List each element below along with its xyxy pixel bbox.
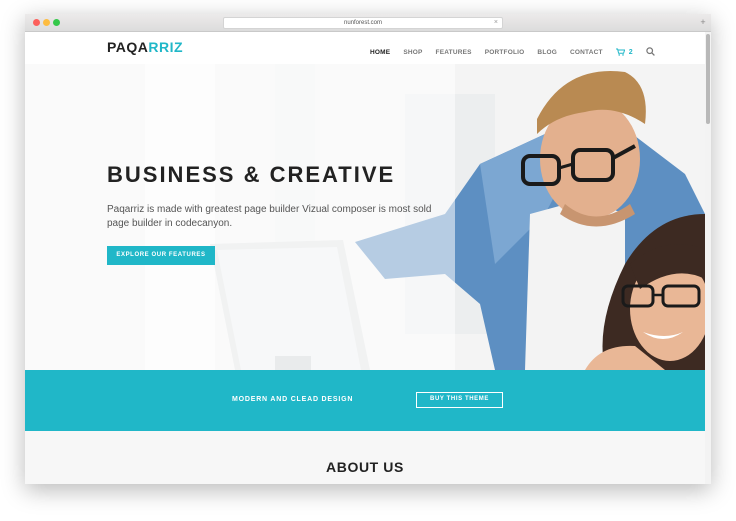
explore-features-button[interactable]: EXPLORE OUR FEATURES [107, 246, 215, 265]
promo-banner: MODERN AND CLEAD DESIGN BUY THIS THEME [25, 370, 705, 431]
browser-chrome: nunforest.com × + [25, 14, 711, 32]
site-logo[interactable]: PAQARRIZ [107, 39, 183, 55]
cart-button[interactable]: 2 [615, 48, 633, 56]
hero-section: BUSINESS & CREATIVE Paqarriz is made wit… [25, 64, 705, 370]
hero-description: Paqarriz is made with greatest page buil… [107, 204, 432, 229]
main-nav: HOME SHOP FEATURES PORTFOLIO BLOG CONTAC… [370, 43, 655, 61]
website-viewport: PAQARRIZ HOME SHOP FEATURES PORTFOLIO BL… [25, 32, 705, 484]
address-url: nunforest.com [343, 20, 383, 26]
browser-window: nunforest.com × + PAQARRIZ HOME SHOP FEA… [25, 14, 711, 484]
logo-accent-text: RRIZ [148, 39, 184, 55]
nav-portfolio[interactable]: PORTFOLIO [485, 49, 525, 56]
logo-main-text: PAQA [107, 39, 149, 55]
cart-count: 2 [628, 48, 633, 56]
site-header: PAQARRIZ HOME SHOP FEATURES PORTFOLIO BL… [25, 32, 705, 64]
clear-address-icon[interactable]: × [494, 18, 498, 28]
about-section: ABOUT US [25, 431, 705, 484]
maximize-window-button[interactable] [53, 19, 60, 26]
new-tab-button[interactable]: + [698, 17, 708, 28]
nav-contact[interactable]: CONTACT [570, 49, 603, 56]
nav-home[interactable]: HOME [370, 49, 390, 56]
nav-blog[interactable]: BLOG [537, 49, 557, 56]
nav-shop[interactable]: SHOP [403, 49, 422, 56]
search-icon[interactable] [645, 43, 655, 61]
nav-features[interactable]: FEATURES [436, 49, 472, 56]
buy-theme-button[interactable]: BUY THIS THEME [416, 392, 503, 408]
cart-icon [615, 48, 625, 56]
minimize-window-button[interactable] [43, 19, 50, 26]
banner-text: MODERN AND CLEAD DESIGN [232, 396, 354, 403]
scrollbar-thumb[interactable] [706, 34, 710, 124]
close-window-button[interactable] [33, 19, 40, 26]
about-title: ABOUT US [326, 459, 404, 475]
page-scrollbar[interactable] [705, 32, 711, 484]
address-bar[interactable]: nunforest.com × [223, 17, 503, 29]
hero-title: BUSINESS & CREATIVE [107, 162, 396, 187]
